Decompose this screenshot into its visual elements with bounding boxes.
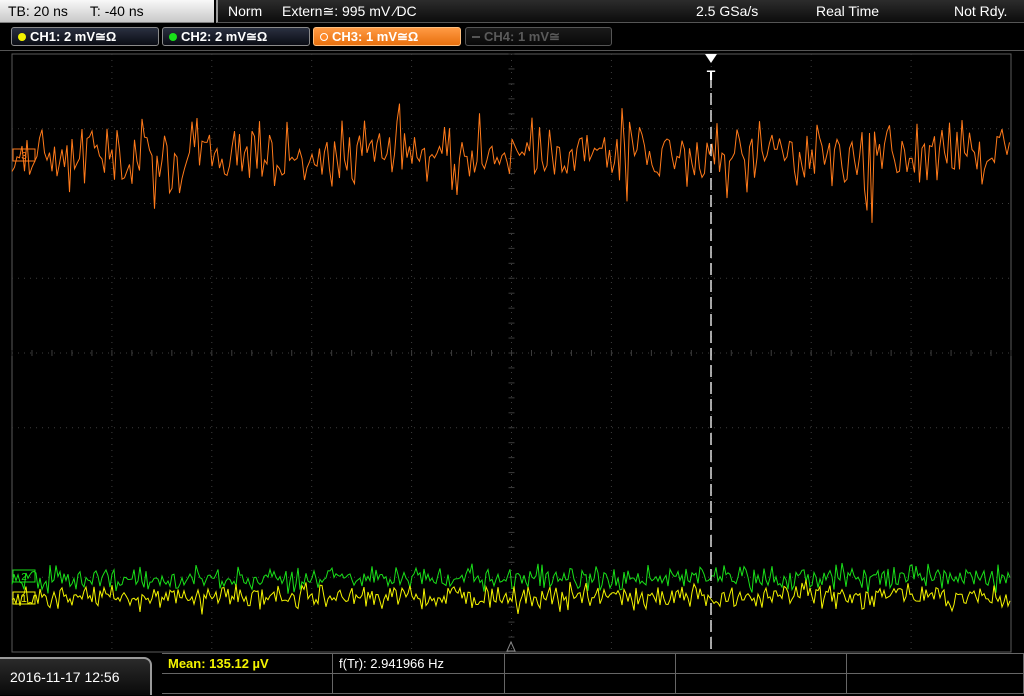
channel-3-label: CH3: 1 mV≅Ω — [332, 29, 419, 44]
measurement-frequency[interactable]: f(Tr): 2.941966 Hz — [333, 654, 505, 674]
sample-rate[interactable]: 2.5 GSa/s — [696, 0, 758, 23]
trigger-offset-value: T: -40 ns — [89, 3, 144, 19]
measurement-slot-10[interactable] — [847, 674, 1024, 694]
waveform-display[interactable]: T 3 2 1 — [0, 50, 1024, 654]
measurement-slot-3[interactable] — [505, 654, 676, 674]
measurement-slot-5[interactable] — [847, 654, 1024, 674]
trigger-marker-label: T — [707, 67, 716, 83]
acquisition-mode[interactable]: Real Time — [816, 0, 879, 23]
trigger-source[interactable]: Extern≅: 995 mV ∕DC — [282, 0, 417, 23]
channel-2-dot-icon — [169, 33, 177, 41]
channel-4-button[interactable]: CH4: 1 mV≅ — [465, 27, 612, 46]
measurement-slot-7[interactable] — [333, 674, 505, 694]
measurement-slot-4[interactable] — [676, 654, 847, 674]
channel-tabs: CH1: 2 mV≅Ω CH2: 2 mV≅Ω CH3: 1 mV≅Ω CH4:… — [0, 23, 1024, 50]
measurement-slot-9[interactable] — [676, 674, 847, 694]
trigger-position-arrow-icon[interactable] — [705, 54, 717, 63]
acquisition-status-bar[interactable]: Norm Extern≅: 995 mV ∕DC 2.5 GSa/s Real … — [216, 0, 1024, 23]
bottom-bar: 2016-11-17 12:56 Mean: 135.12 µV f(Tr): … — [0, 653, 1024, 695]
trigger-mode[interactable]: Norm — [228, 0, 262, 23]
channel-2-ref-label: 2 — [21, 572, 27, 583]
status-badge: Not Rdy. — [954, 3, 1008, 19]
channel-2-label: CH2: 2 mV≅Ω — [181, 29, 268, 44]
channel-3-dot-icon — [320, 33, 328, 41]
channel-1-trace — [11, 579, 1011, 615]
measurement-table[interactable]: Mean: 135.12 µV f(Tr): 2.941966 Hz — [162, 653, 1024, 696]
channel-4-label: CH4: 1 mV≅ — [484, 29, 560, 44]
channel-1-dot-icon — [18, 33, 26, 41]
date-time-value: 2016-11-17 12:56 — [10, 669, 120, 685]
timebase-panel[interactable]: TB: 20 ns T: -40 ns — [0, 0, 214, 23]
channel-3-trace — [11, 103, 1010, 223]
date-time-display[interactable]: 2016-11-17 12:56 — [0, 657, 152, 695]
horizontal-reference-icon — [506, 640, 516, 652]
channel-1-ref-label: 1 — [21, 594, 27, 605]
measurement-slot-6[interactable] — [162, 674, 333, 694]
channel-4-off-icon — [472, 36, 480, 38]
timebase-value: TB: 20 ns — [8, 3, 68, 19]
channel-3-ref-label: 3 — [21, 151, 27, 162]
channel-3-button[interactable]: CH3: 1 mV≅Ω — [313, 27, 461, 46]
channel-2-button[interactable]: CH2: 2 mV≅Ω — [162, 27, 310, 46]
measurement-mean[interactable]: Mean: 135.12 µV — [162, 654, 333, 674]
measurement-slot-8[interactable] — [505, 674, 676, 694]
channel-1-label: CH1: 2 mV≅Ω — [30, 29, 117, 44]
channel-1-button[interactable]: CH1: 2 mV≅Ω — [11, 27, 159, 46]
waveform-canvas[interactable]: T 3 2 1 — [0, 51, 1024, 654]
channel-2-trace — [11, 562, 1011, 594]
